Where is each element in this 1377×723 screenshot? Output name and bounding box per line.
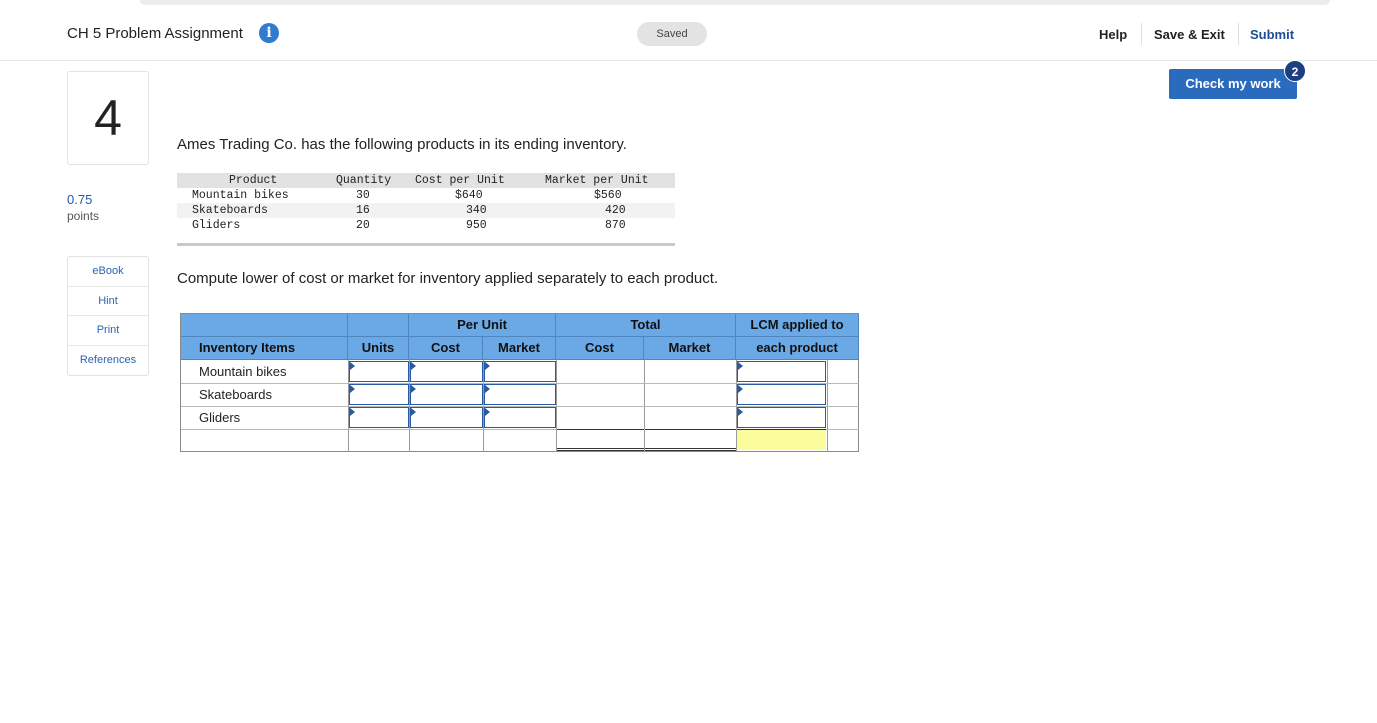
product-market: 870 [605,219,626,232]
row-label-gliders: Gliders [199,410,241,425]
product-cost: $640 [455,189,483,202]
browser-top-strip [0,0,1377,8]
unit-market-input-gliders[interactable] [484,407,556,428]
unit-market-input-skateboards[interactable] [484,384,556,405]
product-name: Skateboards [192,204,268,217]
assignment-header: CH 5 Problem Assignment i Saved Help Sav… [0,8,1377,61]
product-cost: 950 [466,219,487,232]
units-input-gliders[interactable] [349,407,409,428]
ebook-link[interactable]: eBook [68,257,148,287]
product-quantity: 16 [356,204,370,217]
problem-intro: Ames Trading Co. has the following produ… [177,136,627,153]
attempts-badge: 2 [1284,60,1306,82]
info-icon[interactable]: i [259,23,279,43]
references-link[interactable]: References [68,346,148,376]
lcm-input-gliders[interactable] [737,407,826,428]
save-exit-link[interactable]: Save & Exit [1154,27,1225,42]
product-table: Product Quantity Cost per Unit Market pe… [177,173,675,246]
help-link[interactable]: Help [1099,27,1127,42]
assignment-title: CH 5 Problem Assignment [67,25,243,42]
saved-status-badge: Saved [637,22,707,46]
row-label-skateboards: Skateboards [199,387,272,402]
lcm-input-skateboards[interactable] [737,384,826,405]
product-quantity: 30 [356,189,370,202]
product-name: Gliders [192,219,241,232]
header-divider [1238,23,1239,45]
row-label-mountain-bikes: Mountain bikes [199,364,287,379]
product-row: Gliders 20 950 870 [177,218,675,233]
unit-cost-input-mountain-bikes[interactable] [410,361,483,382]
product-row: Skateboards 16 340 420 [177,203,675,218]
header-divider [1141,23,1142,45]
product-market: $560 [594,189,622,202]
unit-market-input-mountain-bikes[interactable] [484,361,556,382]
header-blank [181,314,348,337]
lcm-total-cell[interactable] [737,429,826,450]
lcm-worksheet: Per Unit Total LCM applied to Inventory … [180,313,859,452]
header-blank [348,314,409,337]
header-total: Total [556,314,736,337]
header-lcm-line2: each product [736,337,859,360]
lcm-input-mountain-bikes[interactable] [737,361,826,382]
header-per-unit: Per Unit [409,314,556,337]
top-scroll-bar [140,0,1330,5]
header-unit-cost: Cost [409,337,483,360]
header-units: Units [348,337,409,360]
points-value: 0.75 [67,192,93,207]
question-resources-nav: eBook Hint Print References [67,256,149,376]
header-unit-market: Market [483,337,556,360]
product-quantity: 20 [356,219,370,232]
units-input-skateboards[interactable] [349,384,409,405]
header-cost-per-unit: Cost per Unit [415,174,505,187]
unit-cost-input-skateboards[interactable] [410,384,483,405]
header-total-cost: Cost [556,337,644,360]
total-market-cell[interactable] [645,429,736,451]
points-label: points [67,209,100,223]
product-table-header: Product Quantity Cost per Unit Market pe… [177,173,675,188]
header-inventory-items: Inventory Items [181,337,348,360]
header-product: Product [229,174,278,187]
print-link[interactable]: Print [68,316,148,346]
product-row: Mountain bikes 30 $640 $560 [177,188,675,203]
units-input-mountain-bikes[interactable] [349,361,409,382]
product-cost: 340 [466,204,487,217]
hint-link[interactable]: Hint [68,287,148,316]
header-quantity: Quantity [336,174,392,187]
header-lcm-line1: LCM applied to [736,314,859,337]
header-total-market: Market [644,337,736,360]
submit-link[interactable]: Submit [1250,27,1294,42]
header-market-per-unit: Market per Unit [545,174,649,187]
product-market: 420 [605,204,626,217]
question-number: 4 [67,71,149,165]
unit-cost-input-gliders[interactable] [410,407,483,428]
check-my-work-button[interactable]: Check my work [1169,69,1297,99]
product-name: Mountain bikes [192,189,289,202]
problem-instruction: Compute lower of cost or market for inve… [177,270,719,287]
total-cost-cell[interactable] [557,429,644,451]
